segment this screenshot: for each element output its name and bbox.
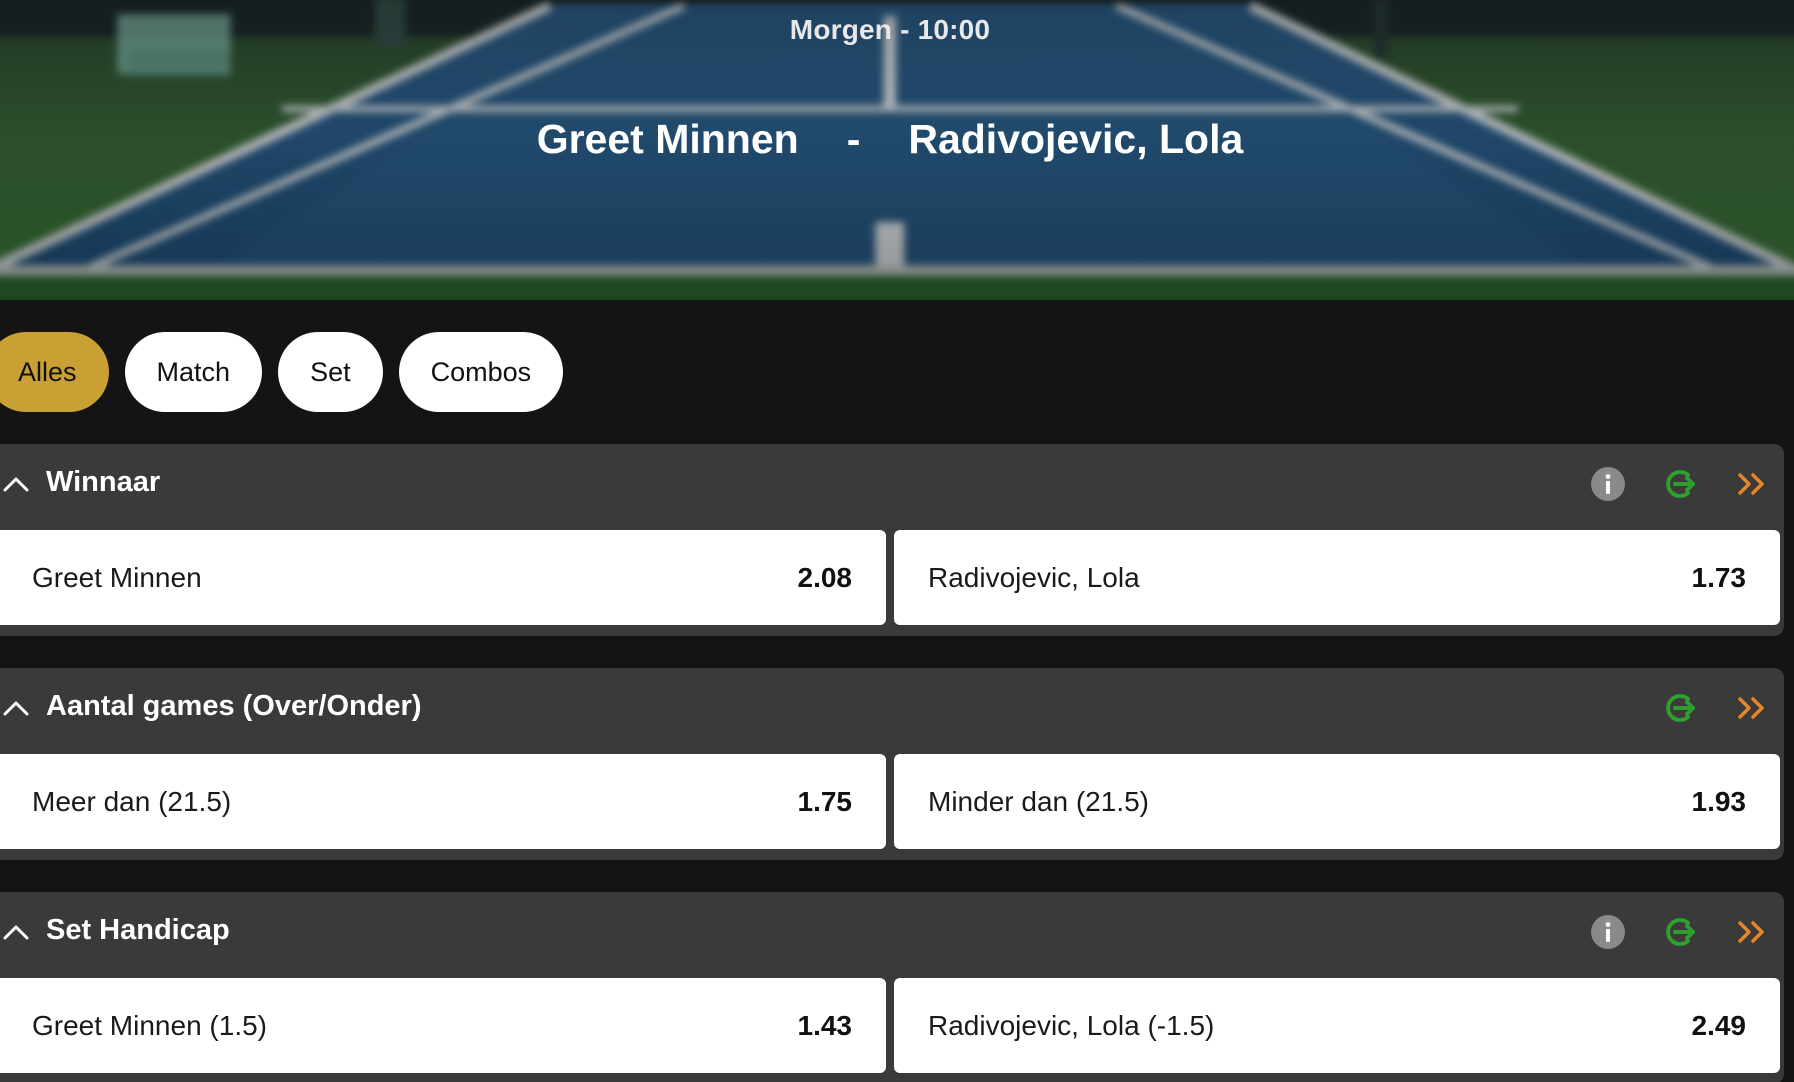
market-winnaar: Winnaar Greet Minnen 2.08 Radivojevic, L… — [0, 444, 1784, 636]
event-hero: Morgen - 10:00 Greet Minnen - Radivojevi… — [0, 0, 1794, 300]
outcome-odds: 1.73 — [1691, 561, 1747, 593]
market-filter-tabs: Alles Match Set Combos — [0, 332, 564, 412]
event-time: Morgen - 10:00 — [789, 14, 991, 45]
tab-alles[interactable]: Alles — [0, 332, 109, 412]
market-title: Winnaar — [46, 466, 161, 498]
outcome-odds: 2.49 — [1691, 1009, 1747, 1041]
market-header: Winnaar — [0, 444, 1784, 524]
outcome-button[interactable]: Radivojevic, Lola (-1.5) 2.49 — [894, 978, 1780, 1073]
outcome-odds: 1.75 — [797, 785, 853, 817]
double-chevron-right-icon[interactable] — [1734, 914, 1770, 950]
chevron-up-icon[interactable] — [2, 918, 30, 946]
outcome-button[interactable]: Radivojevic, Lola 1.73 — [894, 530, 1780, 625]
outcome-label: Radivojevic, Lola — [928, 561, 1140, 593]
outcome-label: Radivojevic, Lola (-1.5) — [928, 1009, 1215, 1041]
cash-out-icon[interactable] — [1662, 914, 1698, 950]
tab-match[interactable]: Match — [124, 332, 263, 412]
chevron-up-icon[interactable] — [2, 694, 30, 722]
info-icon[interactable] — [1590, 466, 1626, 502]
market-title: Set Handicap — [46, 914, 230, 946]
outcome-label: Minder dan (21.5) — [928, 785, 1150, 817]
market-aantal-games: Aantal games (Over/Onder) Meer dan (21.5… — [0, 668, 1784, 860]
outcome-label: Greet Minnen — [32, 561, 202, 593]
outcome-label: Meer dan (21.5) — [32, 785, 232, 817]
market-header: Set Handicap — [0, 892, 1784, 972]
cash-out-icon[interactable] — [1662, 690, 1698, 726]
info-icon[interactable] — [1590, 914, 1626, 950]
market-header: Aantal games (Over/Onder) — [0, 668, 1784, 748]
match-page: Morgen - 10:00 Greet Minnen - Radivojevi… — [0, 0, 1794, 1082]
double-chevron-right-icon[interactable] — [1734, 466, 1770, 502]
outcome-label: Greet Minnen (1.5) — [32, 1009, 267, 1041]
outcome-button[interactable]: Meer dan (21.5) 1.75 — [0, 754, 886, 849]
tab-set[interactable]: Set — [278, 332, 383, 412]
cash-out-icon[interactable] — [1662, 466, 1698, 502]
outcome-odds: 2.08 — [797, 561, 853, 593]
away-player-name: Radivojevic, Lola — [908, 116, 1244, 162]
double-chevron-right-icon[interactable] — [1734, 690, 1770, 726]
market-set-handicap: Set Handicap Greet Minnen (1.5) 1.43 Rad… — [0, 892, 1784, 1082]
outcome-odds: 1.43 — [797, 1009, 853, 1041]
home-player-name: Greet Minnen — [536, 116, 799, 162]
chevron-up-icon[interactable] — [2, 470, 30, 498]
event-matchup: Greet Minnen - Radivojevic, Lola — [0, 116, 1780, 163]
outcome-button[interactable]: Greet Minnen 2.08 — [0, 530, 886, 625]
tab-combos[interactable]: Combos — [398, 332, 564, 412]
market-title: Aantal games (Over/Onder) — [46, 690, 422, 722]
outcome-button[interactable]: Minder dan (21.5) 1.93 — [894, 754, 1780, 849]
outcome-button[interactable]: Greet Minnen (1.5) 1.43 — [0, 978, 886, 1073]
outcome-odds: 1.93 — [1691, 785, 1747, 817]
matchup-separator: - — [846, 116, 861, 162]
